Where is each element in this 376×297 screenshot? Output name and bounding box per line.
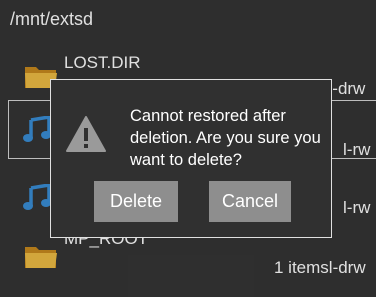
warning-icon xyxy=(66,116,106,152)
file-manager-screen: /mnt/extsd LOST.DIR sl-drw l-rw l-rw MP_… xyxy=(0,0,376,297)
cancel-button[interactable]: Cancel xyxy=(209,181,291,222)
dialog-message: Cannot restored after deletion. Are you … xyxy=(130,107,321,169)
delete-confirm-dialog: Cannot restored after deletion. Are you … xyxy=(50,79,332,238)
delete-button[interactable]: Delete xyxy=(94,181,178,222)
